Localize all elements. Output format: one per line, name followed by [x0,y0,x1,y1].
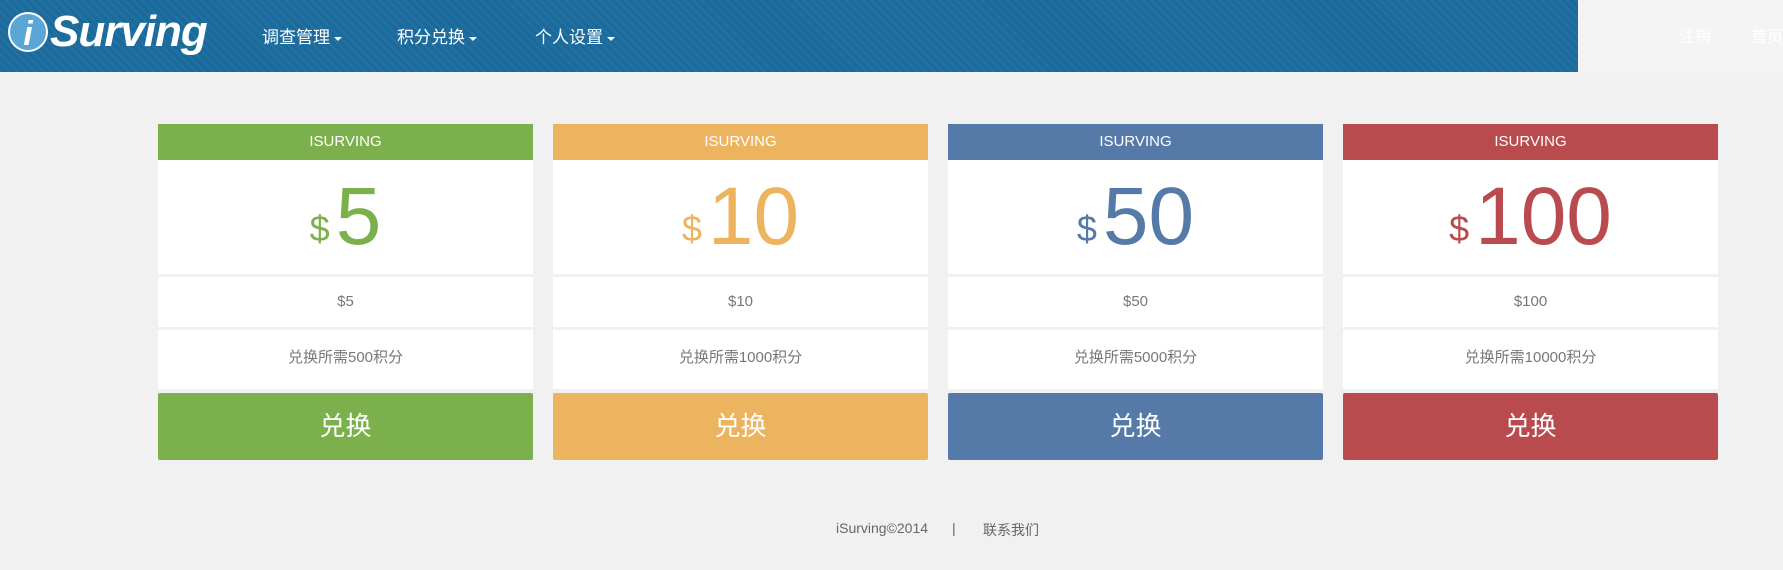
card-header: ISURVING [1343,124,1718,160]
card-price: $50 [948,160,1323,274]
price-value: 100 [1475,171,1612,262]
isurving-logo[interactable]: i Surving [8,2,208,62]
nav-menu-label: 积分兑换 [397,28,465,47]
navbar-right-panel: 注销 首页 [1578,0,1783,72]
nav-menu-points-exchange[interactable]: 积分兑换 [397,0,477,76]
exchange-button[interactable]: 兑换 [553,393,928,460]
logo-text: Surving [50,7,208,56]
footer-separator: | [952,520,956,536]
exchange-button[interactable]: 兑换 [1343,393,1718,460]
card-price: $5 [158,160,533,274]
exchange-card-10: ISURVING $10 $10 兑换所需1000积分 兑换 [553,124,928,460]
price-currency: $ [681,208,702,249]
card-header: ISURVING [158,124,533,160]
exchange-button[interactable]: 兑换 [948,393,1323,460]
nav-menu-survey-management[interactable]: 调查管理 [262,0,342,76]
card-amount: $10 [553,277,928,327]
top-navbar: i Surving 调查管理 积分兑换 个人设置 注销 首页 [0,0,1783,72]
card-price: $10 [553,160,928,274]
price-currency: $ [1076,208,1097,249]
card-header: ISURVING [948,124,1323,160]
exchange-button[interactable]: 兑换 [158,393,533,460]
exchange-card-100: ISURVING $100 $100 兑换所需10000积分 兑换 [1343,124,1718,460]
price-value: 50 [1102,171,1195,262]
nav-menu-personal-settings[interactable]: 个人设置 [535,0,615,76]
price-currency: $ [1449,208,1470,249]
caret-down-icon [607,36,615,41]
card-header: ISURVING [553,124,928,160]
nav-menu-label: 调查管理 [262,28,330,47]
logout-link[interactable]: 注销 [1679,0,1711,76]
card-points-required: 兑换所需1000积分 [553,330,928,389]
page-footer: iSurving©2014 | 联系我们 [0,520,1783,540]
card-points-required: 兑换所需10000积分 [1343,330,1718,389]
price-currency: $ [309,208,330,249]
card-amount: $5 [158,277,533,327]
card-amount: $50 [948,277,1323,327]
logo-i-icon: i [8,12,48,53]
contact-us-link[interactable]: 联系我们 [983,520,1039,540]
nav-menu-label: 个人设置 [535,28,603,47]
card-points-required: 兑换所需5000积分 [948,330,1323,389]
card-points-required: 兑换所需500积分 [158,330,533,389]
card-amount: $100 [1343,277,1718,327]
price-value: 5 [335,171,382,262]
exchange-card-50: ISURVING $50 $50 兑换所需5000积分 兑换 [948,124,1323,460]
caret-down-icon [469,36,477,41]
price-value: 10 [707,171,800,262]
exchange-card-5: ISURVING $5 $5 兑换所需500积分 兑换 [158,124,533,460]
card-price: $100 [1343,160,1718,274]
home-link[interactable]: 首页 [1751,0,1783,76]
caret-down-icon [334,36,342,41]
footer-copyright: iSurving©2014 [836,520,929,536]
